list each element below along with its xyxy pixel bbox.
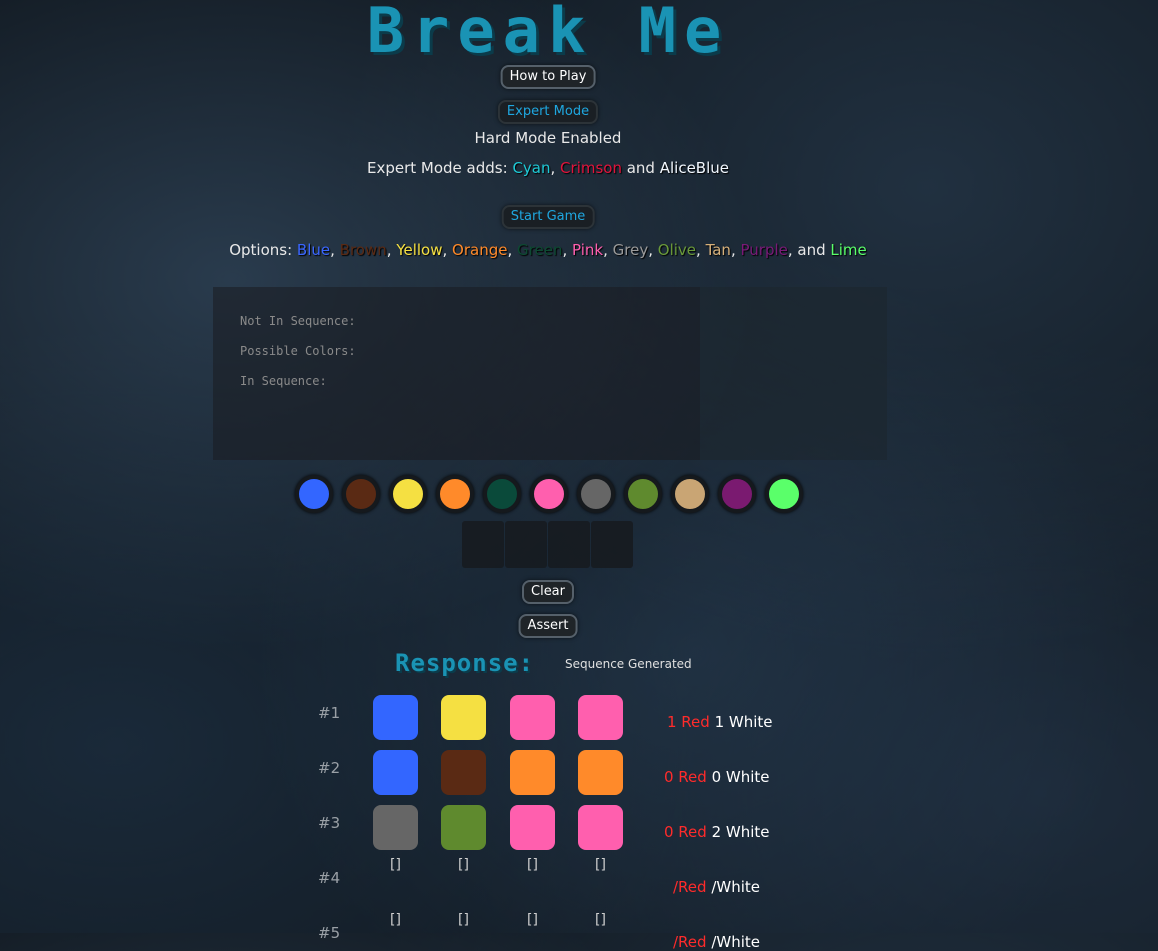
palette-color-green[interactable] xyxy=(483,475,521,513)
response-title: Response: xyxy=(395,649,535,677)
guess-peg xyxy=(373,805,418,850)
option-color-blue: Blue xyxy=(296,241,331,259)
option-color-grey: Grey xyxy=(612,241,649,259)
expert-mode-info: Expert Mode adds: Cyan, Crimson and Alic… xyxy=(0,159,1096,177)
guess-slot-4[interactable] xyxy=(591,521,633,568)
hard-mode-status: Hard Mode Enabled xyxy=(474,129,622,147)
options-separator: , xyxy=(730,241,741,259)
analysis-panel-extension xyxy=(700,287,887,460)
options-separator: , xyxy=(562,241,573,259)
guess-peg xyxy=(373,695,418,740)
expert-sep: , xyxy=(550,159,561,177)
empty-peg: [] xyxy=(458,912,469,928)
feedback-white: 1 White xyxy=(714,713,773,731)
feedback: /Red /White xyxy=(673,933,760,951)
row-number: #1 xyxy=(318,704,341,722)
assert-button[interactable]: Assert xyxy=(518,614,578,638)
option-color-pink: Pink xyxy=(572,241,604,259)
expert-prefix: Expert Mode adds: xyxy=(367,159,513,177)
expert-color-aliceblue: AliceBlue xyxy=(659,159,729,177)
expert-color-cyan: Cyan xyxy=(512,159,551,177)
expert-color-crimson: Crimson xyxy=(560,159,622,177)
palette-color-purple[interactable] xyxy=(718,475,756,513)
feedback-white: 0 White xyxy=(711,768,770,786)
color-options: Options: Blue, Brown, Yellow, Orange, Gr… xyxy=(0,241,1096,259)
guess-peg xyxy=(578,695,623,740)
option-color-purple: Purple xyxy=(740,241,788,259)
palette-color-lime[interactable] xyxy=(765,475,803,513)
palette-color-tan[interactable] xyxy=(671,475,709,513)
guess-slot-2[interactable] xyxy=(505,521,547,568)
feedback: 1 Red 1 White xyxy=(667,713,773,731)
empty-peg: [] xyxy=(595,912,606,928)
options-separator: , xyxy=(696,241,706,259)
feedback-red: 0 Red xyxy=(664,823,712,841)
guess-peg xyxy=(578,750,623,795)
option-color-lime: Lime xyxy=(830,241,867,259)
guess-peg xyxy=(373,750,418,795)
feedback-red: /Red xyxy=(673,933,712,951)
palette-color-yellow[interactable] xyxy=(389,475,427,513)
options-separator: , and xyxy=(787,241,831,259)
game-title: Break Me xyxy=(366,0,730,67)
guess-peg xyxy=(441,805,486,850)
empty-peg: [] xyxy=(527,912,538,928)
feedback: 0 Red 2 White xyxy=(664,823,770,841)
option-color-brown: Brown xyxy=(339,241,387,259)
option-color-orange: Orange xyxy=(452,241,508,259)
option-color-green: Green xyxy=(517,241,563,259)
feedback-red: /Red xyxy=(673,878,712,896)
palette-color-blue[interactable] xyxy=(295,475,333,513)
palette-color-orange[interactable] xyxy=(436,475,474,513)
row-number: #4 xyxy=(318,869,341,887)
guess-peg xyxy=(510,695,555,740)
feedback: /Red /White xyxy=(673,878,760,896)
option-color-tan: Tan xyxy=(705,241,731,259)
guess-peg xyxy=(441,695,486,740)
row-number: #3 xyxy=(318,814,341,832)
feedback-white: /White xyxy=(711,933,760,951)
guess-peg xyxy=(510,750,555,795)
row-number: #2 xyxy=(318,759,341,777)
feedback-red: 0 Red xyxy=(664,768,712,786)
start-game-button[interactable]: Start Game xyxy=(501,205,595,229)
feedback-red: 1 Red xyxy=(667,713,715,731)
guess-peg xyxy=(578,805,623,850)
clear-button[interactable]: Clear xyxy=(522,580,574,604)
options-separator: , xyxy=(648,241,658,259)
option-color-yellow: Yellow xyxy=(396,241,443,259)
expert-mode-button[interactable]: Expert Mode xyxy=(497,100,599,124)
guess-peg xyxy=(510,805,555,850)
palette-color-pink[interactable] xyxy=(530,475,568,513)
options-separator: , xyxy=(386,241,397,259)
palette-color-grey[interactable] xyxy=(577,475,615,513)
guess-slot-3[interactable] xyxy=(548,521,590,568)
row-number: #5 xyxy=(318,924,341,942)
not-in-sequence-label: Not In Sequence: xyxy=(240,314,356,328)
options-prefix: Options: xyxy=(229,241,297,259)
feedback-white: 2 White xyxy=(711,823,770,841)
feedback: 0 Red 0 White xyxy=(664,768,770,786)
feedback-white: /White xyxy=(711,878,760,896)
options-separator: , xyxy=(330,241,340,259)
guess-peg xyxy=(441,750,486,795)
palette-color-brown[interactable] xyxy=(342,475,380,513)
options-separator: , xyxy=(442,241,453,259)
in-sequence-label: In Sequence: xyxy=(240,374,327,388)
palette-color-olive[interactable] xyxy=(624,475,662,513)
empty-peg: [] xyxy=(458,857,469,873)
expert-sep: and xyxy=(621,159,660,177)
option-color-olive: Olive xyxy=(657,241,697,259)
empty-peg: [] xyxy=(527,857,538,873)
how-to-play-button[interactable]: How to Play xyxy=(500,65,596,89)
possible-colors-label: Possible Colors: xyxy=(240,344,356,358)
response-status: Sequence Generated xyxy=(565,657,692,671)
empty-peg: [] xyxy=(390,912,401,928)
options-separator: , xyxy=(603,241,613,259)
empty-peg: [] xyxy=(390,857,401,873)
empty-peg: [] xyxy=(595,857,606,873)
guess-slot-1[interactable] xyxy=(462,521,504,568)
options-separator: , xyxy=(507,241,518,259)
